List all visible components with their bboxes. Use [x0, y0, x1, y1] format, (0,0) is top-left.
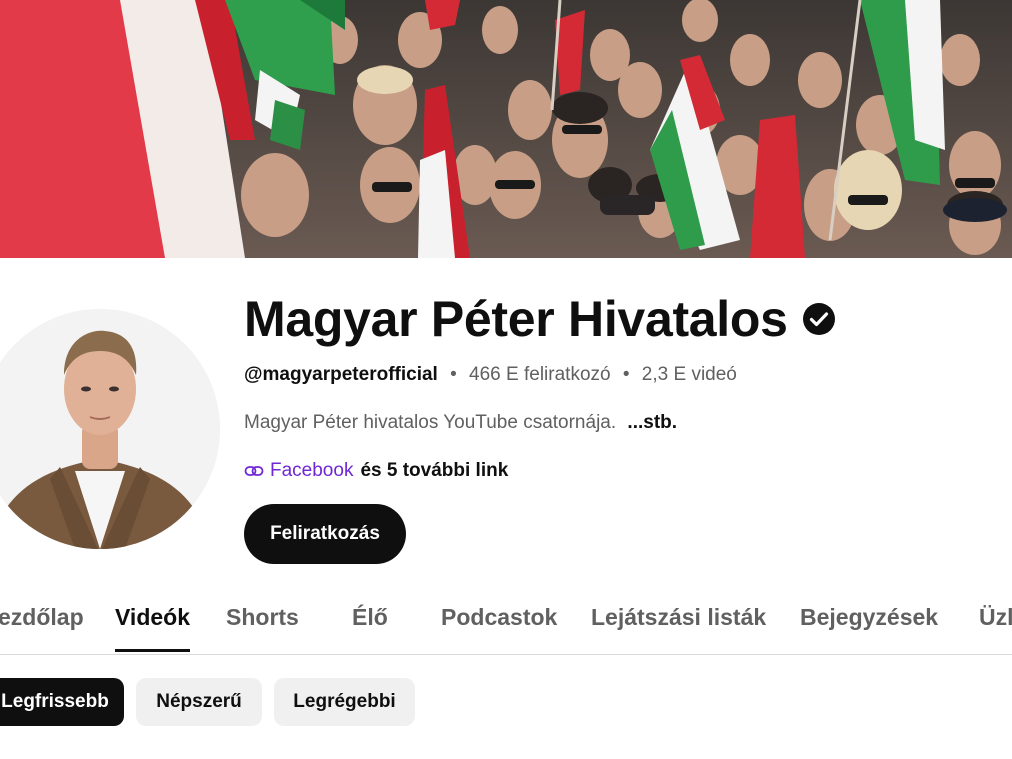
chip-popular[interactable]: Népszerű: [136, 678, 262, 726]
chip-oldest[interactable]: Legrégebbi: [274, 678, 415, 726]
separator-dot: •: [622, 364, 630, 385]
facebook-link[interactable]: Facebook: [270, 458, 353, 484]
channel-meta: @magyarpeterofficial • 466 E feliratkozó…: [244, 362, 737, 388]
separator-dot: •: [450, 364, 457, 385]
link-icon: [244, 461, 264, 481]
subscribe-button[interactable]: Feliratkozás: [244, 504, 406, 564]
tab-videos[interactable]: Videók: [115, 596, 190, 654]
tab-podcasts[interactable]: Podcastok: [441, 596, 557, 654]
tab-playlists[interactable]: Lejátszási listák: [591, 596, 766, 654]
more-links-button[interactable]: és 5 további link: [360, 458, 508, 484]
avatar-portrait-image: [0, 309, 220, 549]
video-count: 2,3 E videó: [641, 364, 737, 385]
tab-store[interactable]: Üzl: [979, 596, 1012, 654]
description-more-button[interactable]: ...stb.: [627, 412, 677, 433]
channel-banner: [0, 0, 1012, 258]
channel-description[interactable]: Magyar Péter hivatalos YouTube csatornáj…: [244, 410, 677, 436]
tab-shorts[interactable]: Shorts: [226, 596, 299, 654]
chip-latest[interactable]: Legfrissebb: [0, 678, 124, 726]
tab-home[interactable]: ezdőlap: [0, 596, 84, 654]
channel-links: Facebook és 5 további link: [244, 458, 508, 484]
description-text: Magyar Péter hivatalos YouTube csatornáj…: [244, 412, 617, 433]
channel-avatar[interactable]: [0, 309, 220, 549]
channel-title-row: Magyar Péter Hivatalos: [244, 288, 836, 350]
tab-live[interactable]: Élő: [352, 596, 388, 654]
verified-check-icon: [802, 302, 836, 336]
subscriber-count: 466 E feliratkozó: [469, 364, 611, 385]
banner-crowd-image: [0, 0, 1012, 258]
tab-posts[interactable]: Bejegyzések: [800, 596, 938, 654]
channel-handle: @magyarpeterofficial: [244, 364, 438, 385]
channel-tabs: ezdőlap Videók Shorts Élő Podcastok Lejá…: [0, 596, 1012, 655]
channel-name: Magyar Péter Hivatalos: [244, 291, 788, 347]
